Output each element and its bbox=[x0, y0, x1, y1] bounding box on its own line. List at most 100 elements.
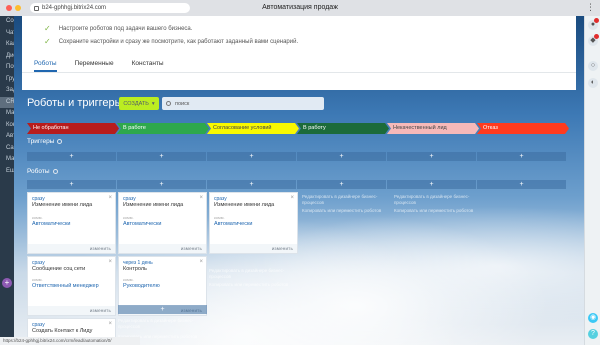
left-nav-item[interactable]: Чат bbox=[0, 28, 14, 40]
add-cell-button[interactable]: + bbox=[387, 180, 476, 189]
robot-card[interactable]: сразу × Изменение имени лида комм. Автоматич… bbox=[118, 192, 207, 254]
add-robot-button[interactable]: + bbox=[118, 305, 207, 314]
main-area: ✓ Настроите роботов под задачи вашего би… bbox=[14, 16, 584, 345]
add-cell-button[interactable]: + bbox=[207, 152, 296, 161]
add-menu-icon[interactable]: + bbox=[2, 278, 12, 288]
left-nav-item[interactable]: Сооб bbox=[0, 16, 14, 28]
add-cell-button[interactable]: + bbox=[117, 152, 206, 161]
copy-robots-link[interactable]: Копировать или переместить роботов bbox=[302, 208, 387, 214]
robots-label: Роботы bbox=[27, 168, 50, 175]
left-nav-item[interactable]: Ещё bbox=[0, 166, 14, 178]
hint-row: ✓ Сохраните настройки и сразу же посмотр… bbox=[22, 35, 576, 48]
edit-link[interactable]: изменить bbox=[272, 246, 293, 251]
add-cell-button[interactable]: + bbox=[27, 180, 116, 189]
left-nav-item[interactable]: Авто bbox=[0, 131, 14, 143]
robot-field-value: Автоматически bbox=[32, 221, 71, 227]
designer-link[interactable]: Редактировать в дизайнере бизнес-процесс… bbox=[302, 194, 387, 206]
robot-card[interactable]: сразу × Изменение имени лида комм. Автоматич… bbox=[27, 192, 116, 254]
add-cell-button[interactable]: + bbox=[477, 152, 566, 161]
search-icon[interactable]: ○ bbox=[588, 61, 598, 71]
left-nav-items: СообЧатКалеДискПочГрупЗадаCRMМарКонАвтоС… bbox=[0, 16, 14, 177]
hint-row: ✓ Настроите роботов под задачи вашего би… bbox=[22, 22, 576, 35]
designer-link[interactable]: Редактировать в дизайнере бизнес-процесс… bbox=[394, 194, 479, 206]
create-button[interactable]: СОЗДАТЬ ▾ bbox=[119, 97, 159, 110]
address-bar[interactable]: b24-gphhgj.bitrix24.com bbox=[30, 3, 190, 13]
edit-link[interactable]: изменить bbox=[181, 246, 202, 251]
notifications-icon[interactable]: ● bbox=[588, 18, 599, 30]
robot-field-label: комм. bbox=[123, 215, 134, 220]
left-nav-item[interactable]: Кале bbox=[0, 39, 14, 51]
robot-card[interactable]: сразу × Изменение имени лида комм. Автоматич… bbox=[209, 192, 298, 254]
hint-text: Настроите роботов под задачи вашего бизн… bbox=[58, 25, 193, 32]
close-icon[interactable]: × bbox=[199, 195, 203, 201]
add-cell-button[interactable]: + bbox=[27, 152, 116, 161]
edit-link[interactable]: изменить bbox=[90, 246, 111, 251]
stage-1[interactable]: Не обработан bbox=[27, 123, 119, 134]
gear-icon[interactable] bbox=[52, 168, 58, 174]
close-icon[interactable]: × bbox=[199, 259, 203, 265]
automation-header-panel: ✓ Настроите роботов под задачи вашего би… bbox=[22, 16, 576, 90]
add-cell-button[interactable]: + bbox=[297, 152, 386, 161]
stage-3[interactable]: Согласование условий bbox=[207, 123, 299, 134]
tab-bar: Роботы Переменные Константы bbox=[34, 56, 182, 72]
check-icon: ✓ bbox=[44, 37, 51, 46]
add-cell-button[interactable]: + bbox=[207, 180, 296, 189]
stage-6[interactable]: Отказ bbox=[477, 123, 569, 134]
copy-robots-link[interactable]: Копировать или переместить роботов bbox=[209, 282, 294, 288]
tab-variables[interactable]: Переменные bbox=[75, 56, 114, 72]
create-button-label: СОЗДАТЬ bbox=[123, 100, 149, 107]
help-icon[interactable]: ? bbox=[588, 329, 598, 339]
stage-5[interactable]: Некачественный лид bbox=[387, 123, 479, 134]
stage-2[interactable]: В работе bbox=[117, 123, 209, 134]
add-cell-button[interactable]: + bbox=[387, 152, 476, 161]
browser-chrome: b24-gphhgj.bitrix24.com Автоматизация пр… bbox=[0, 0, 600, 16]
robot-title: Создать Контакт к Лиду bbox=[32, 328, 93, 334]
page-title: Роботы и триггеры bbox=[27, 97, 123, 109]
triggers-label: Триггеры bbox=[27, 138, 55, 145]
tab-robots[interactable]: Роботы bbox=[34, 56, 57, 72]
left-navigation: СообЧатКалеДискПочГрупЗадаCRMМарКонАвтоС… bbox=[0, 16, 14, 345]
close-icon[interactable]: × bbox=[108, 195, 112, 201]
copy-robots-link[interactable]: Копировать или переместить роботов bbox=[394, 208, 479, 214]
search-input[interactable] bbox=[175, 100, 315, 107]
robot-title: Изменение имени лида bbox=[32, 202, 93, 208]
close-icon[interactable]: × bbox=[108, 259, 112, 265]
chat-badge bbox=[594, 34, 599, 39]
left-nav-item[interactable]: CRM bbox=[0, 96, 14, 108]
browser-menu-icon[interactable]: ⋮ bbox=[586, 2, 595, 13]
robot-card[interactable]: сразу × Сообщение соц сети комм. Ответственн… bbox=[27, 256, 116, 316]
close-window-icon[interactable] bbox=[6, 5, 12, 11]
left-nav-item[interactable]: Диск bbox=[0, 51, 14, 63]
hint-text: Сохраните настройки и сразу же посмотрит… bbox=[58, 38, 299, 45]
gear-icon[interactable] bbox=[57, 138, 63, 144]
left-nav-item[interactable]: Груп bbox=[0, 74, 14, 86]
left-nav-item[interactable]: Маг bbox=[0, 154, 14, 166]
add-cell-button[interactable]: + bbox=[297, 180, 386, 189]
left-nav-item[interactable]: Сай bbox=[0, 143, 14, 155]
left-nav-item[interactable]: Поч bbox=[0, 62, 14, 74]
minimize-window-icon[interactable] bbox=[15, 5, 21, 11]
contacts-icon[interactable]: ◐ bbox=[588, 78, 598, 88]
url-text: b24-gphhgj.bitrix24.com bbox=[42, 5, 107, 11]
close-icon[interactable]: × bbox=[290, 195, 294, 201]
edit-link[interactable]: изменить bbox=[90, 308, 111, 313]
robot-field-value: Ответственный менеджер bbox=[32, 283, 99, 289]
status-bar: https://b24-gphhgj.bitrix24.com/crm/lead… bbox=[0, 337, 140, 345]
close-icon[interactable]: × bbox=[108, 321, 112, 327]
left-nav-item[interactable]: Кон bbox=[0, 120, 14, 132]
add-cell-button[interactable]: + bbox=[477, 180, 566, 189]
designer-link[interactable]: Редактировать в дизайнере бизнес-процесс… bbox=[209, 268, 294, 280]
search-box[interactable] bbox=[162, 97, 324, 110]
window-title: Автоматизация продаж bbox=[262, 4, 338, 11]
add-cell-button[interactable]: + bbox=[117, 180, 206, 189]
open-lines-icon[interactable]: ◉ bbox=[588, 313, 598, 323]
designer-link[interactable]: Редактировать в дизайнере бизнес-процесс… bbox=[118, 318, 203, 330]
tab-constants[interactable]: Константы bbox=[132, 56, 164, 72]
left-nav-item[interactable]: Зада bbox=[0, 85, 14, 97]
robots-heading: Роботы bbox=[27, 168, 58, 175]
stage-4[interactable]: В работу bbox=[297, 123, 389, 134]
chat-icon[interactable]: ◆ bbox=[588, 34, 599, 46]
left-nav-item[interactable]: Мар bbox=[0, 108, 14, 120]
robot-title: Контроль bbox=[123, 266, 147, 272]
robot-field-label: комм. bbox=[32, 277, 43, 282]
